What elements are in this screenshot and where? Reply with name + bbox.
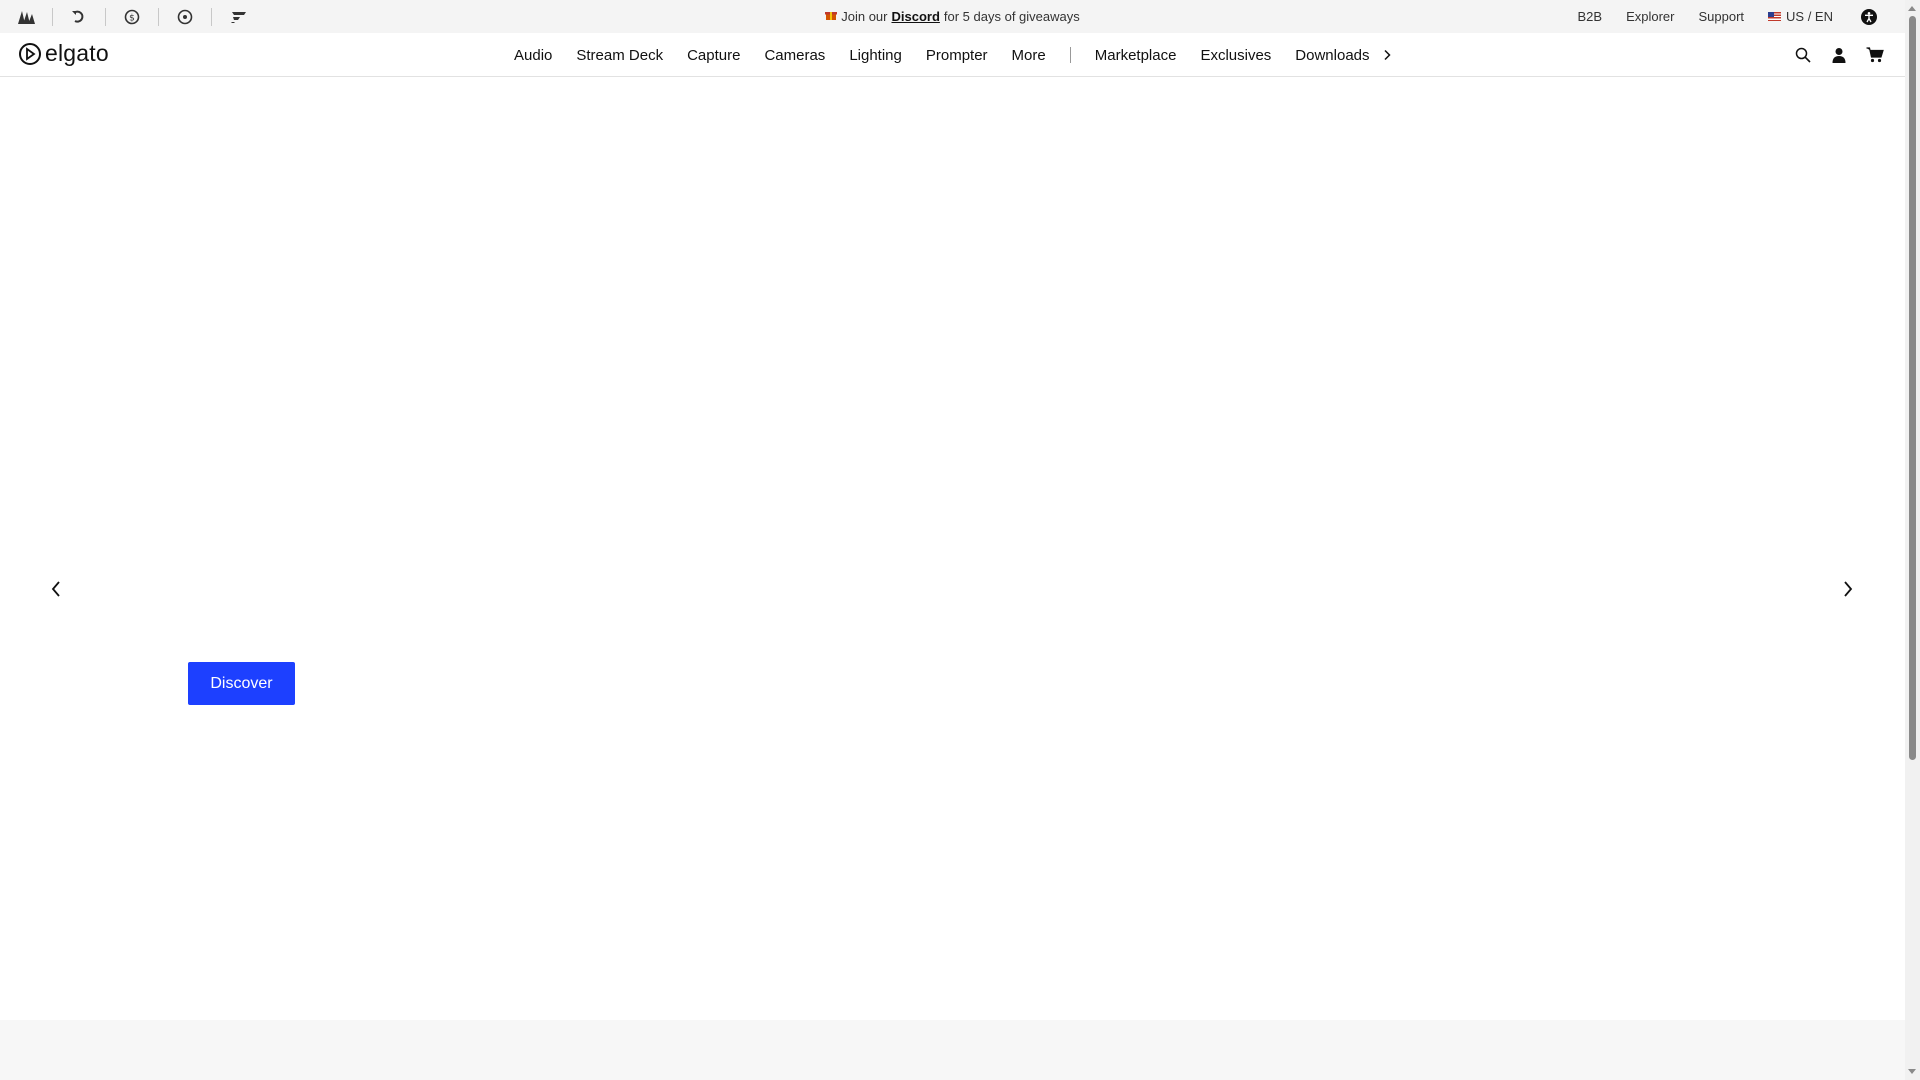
- elgato-logo-icon: [19, 42, 41, 65]
- locale-selector[interactable]: US / EN: [1768, 9, 1833, 24]
- hero-carousel: Discover: [0, 77, 1905, 1020]
- search-icon[interactable]: [1793, 45, 1813, 65]
- nav-item-lighting[interactable]: Lighting: [849, 47, 902, 64]
- brand-divider: [211, 7, 212, 26]
- scroll-down-icon[interactable]: [1908, 1069, 1916, 1074]
- origin-circle-icon[interactable]: [173, 5, 197, 29]
- nav-item-prompter[interactable]: Prompter: [926, 47, 988, 64]
- drop-brand-icon[interactable]: [226, 5, 250, 29]
- nav-item-exclusives[interactable]: Exclusives: [1200, 47, 1271, 64]
- gift-icon: [825, 9, 838, 24]
- page-scrollbar[interactable]: [1905, 0, 1920, 1080]
- elgato-logo[interactable]: elgato: [18, 40, 109, 67]
- scuf-coin-icon[interactable]: $: [120, 5, 144, 29]
- nav-item-marketplace[interactable]: Marketplace: [1095, 47, 1177, 64]
- nav-item-more[interactable]: More: [1012, 47, 1046, 64]
- carousel-next-icon[interactable]: [1838, 579, 1858, 599]
- explorer-link[interactable]: Explorer: [1626, 9, 1674, 24]
- primary-nav: Audio Stream Deck Capture Cameras Lighti…: [514, 33, 1392, 77]
- lower-section: [0, 1020, 1905, 1080]
- refresh-brand-icon[interactable]: [67, 5, 91, 29]
- promo-prefix: Join our: [841, 9, 888, 24]
- nav-item-cameras[interactable]: Cameras: [764, 47, 825, 64]
- main-nav: elgato Audio Stream Deck Capture Cameras…: [0, 33, 1905, 77]
- carousel-prev-icon[interactable]: [46, 579, 66, 599]
- corsair-sails-icon[interactable]: [14, 5, 38, 29]
- scroll-thumb[interactable]: [1909, 16, 1916, 760]
- brand-switcher: $: [14, 0, 250, 33]
- us-flag-icon: [1768, 12, 1782, 21]
- nav-item-audio[interactable]: Audio: [514, 47, 552, 64]
- svg-text:$: $: [129, 13, 135, 23]
- brand-divider: [158, 7, 159, 26]
- brand-divider: [105, 7, 106, 26]
- cart-icon[interactable]: [1865, 45, 1885, 65]
- support-link[interactable]: Support: [1698, 9, 1744, 24]
- nav-item-downloads[interactable]: Downloads: [1295, 47, 1369, 64]
- discover-button[interactable]: Discover: [188, 662, 295, 705]
- brand-divider: [52, 7, 53, 26]
- locale-label: US / EN: [1786, 9, 1833, 24]
- accessibility-icon[interactable]: [1861, 8, 1877, 25]
- nav-item-capture[interactable]: Capture: [687, 47, 740, 64]
- nav-actions: [1777, 33, 1885, 77]
- discord-link[interactable]: Discord: [891, 9, 939, 24]
- utility-links: B2B Explorer Support US / EN: [1553, 0, 1877, 33]
- promo-suffix: for 5 days of giveaways: [943, 9, 1080, 24]
- nav-divider: [1069, 47, 1071, 63]
- nav-item-stream-deck[interactable]: Stream Deck: [576, 47, 663, 64]
- utility-bar: $ Join our Discord for 5 days of giveawa…: [0, 0, 1905, 33]
- account-icon[interactable]: [1829, 45, 1849, 65]
- scroll-up-icon[interactable]: [1908, 6, 1916, 11]
- chevron-right-icon[interactable]: [1382, 49, 1392, 61]
- b2b-link[interactable]: B2B: [1577, 9, 1602, 24]
- logo-text: elgato: [45, 40, 109, 66]
